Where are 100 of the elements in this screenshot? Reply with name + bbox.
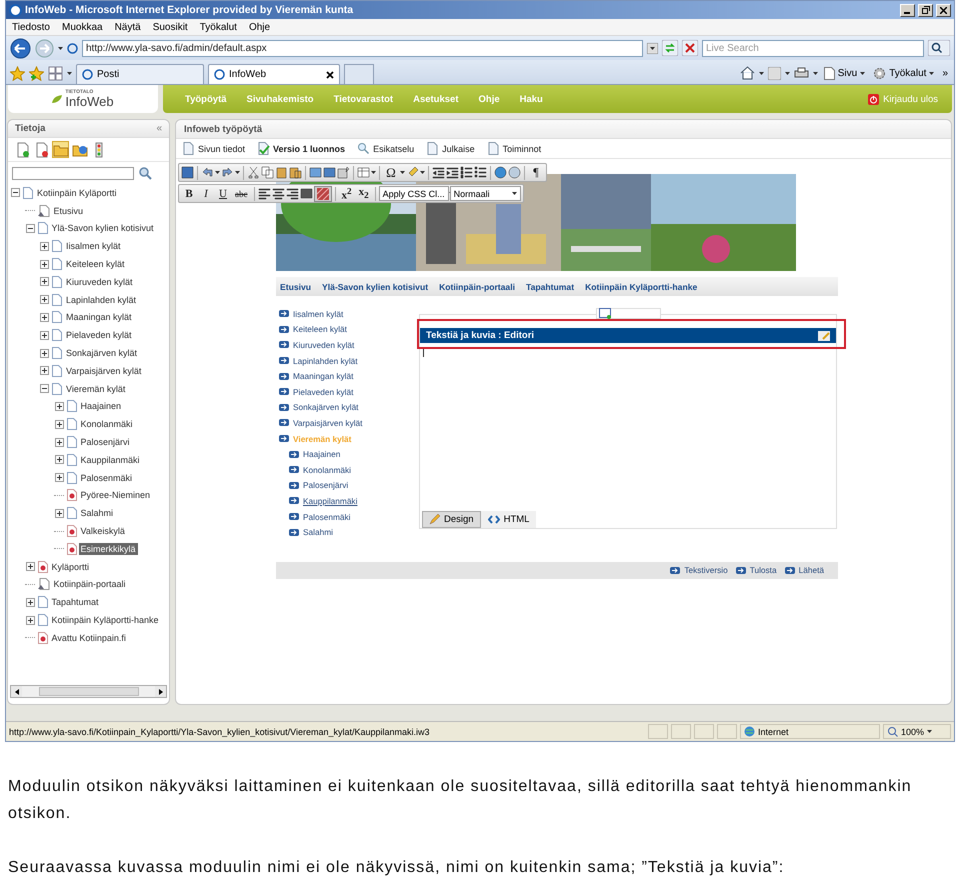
toolbar-button[interactable]: Versio 1 luonnos <box>257 142 346 155</box>
collapse-icon[interactable] <box>40 384 49 394</box>
site-link[interactable]: Sonkajärven kylät <box>293 402 358 412</box>
toolbar-button[interactable]: Toiminnot <box>486 142 542 155</box>
tree-item[interactable]: Varpaisjärven kylät <box>64 364 144 377</box>
format-button[interactable]: B <box>181 186 197 202</box>
copy-icon[interactable] <box>261 166 274 179</box>
site-link[interactable]: Lapinlahden kylät <box>293 356 358 366</box>
caret-icon[interactable] <box>235 171 240 174</box>
tree-item[interactable]: Etusivu <box>52 204 86 217</box>
footer-link[interactable]: Lähetä <box>798 565 824 576</box>
expand-icon[interactable] <box>40 277 49 286</box>
caret-icon[interactable] <box>860 72 866 74</box>
site-link[interactable]: Palosenmäki <box>303 512 351 522</box>
menu-item[interactable]: Tiedosto <box>12 22 50 32</box>
site-link[interactable]: Salahmi <box>303 527 333 538</box>
undo-icon[interactable] <box>201 166 214 179</box>
align-right-icon[interactable] <box>286 187 298 200</box>
tree-item[interactable]: Esimerkkikylä <box>78 542 138 555</box>
command-button[interactable]: Työkalut <box>871 66 936 80</box>
tree-item[interactable]: Palosenjärvi <box>78 436 132 448</box>
tree-item[interactable]: Pielaveden kylät <box>64 329 134 342</box>
expand-icon[interactable] <box>40 242 49 251</box>
expand-icon[interactable] <box>54 508 64 518</box>
site-link[interactable]: Maaningan kylät <box>293 371 354 382</box>
tree-item[interactable]: Haajainen <box>78 400 124 412</box>
tree-item[interactable]: Kotiinpäin-portaali <box>52 578 128 590</box>
edit-icon[interactable] <box>818 330 830 340</box>
css-class-select[interactable]: Apply CSS Cl... <box>378 186 449 201</box>
expand-icon[interactable] <box>40 366 49 376</box>
site-link[interactable]: Kiuruveden kylät <box>293 340 354 350</box>
print-icon[interactable] <box>794 66 809 80</box>
dropdown-icon[interactable] <box>647 42 658 54</box>
menu-item[interactable]: Muokkaa <box>62 22 103 32</box>
collapse-icon[interactable] <box>26 224 34 233</box>
expand-icon[interactable] <box>26 598 34 607</box>
anchor-icon[interactable] <box>337 166 350 179</box>
toolbar-button[interactable]: Sivun tiedot <box>182 142 246 155</box>
symbol-button[interactable]: Ω <box>383 164 399 180</box>
module-handle[interactable] <box>596 308 661 319</box>
align-center-icon[interactable] <box>272 187 284 200</box>
tree-item[interactable]: Kauppilanmäki <box>78 454 142 466</box>
outdent-icon[interactable] <box>432 166 445 179</box>
tree-item[interactable]: Vieremän kylät <box>64 382 128 395</box>
address-field[interactable]: http://www.yla-savo.fi/admin/default.aspx <box>82 40 643 56</box>
expand-icon[interactable] <box>54 473 64 482</box>
site-link[interactable]: Pielaveden kylät <box>293 386 354 397</box>
toolbar-button[interactable]: Esikatselu <box>357 142 414 155</box>
close-icon[interactable] <box>326 70 334 78</box>
align-left-icon[interactable] <box>258 187 270 200</box>
site-link[interactable]: Keiteleen kylät <box>293 324 347 334</box>
cut-icon[interactable] <box>247 166 260 179</box>
search-icon[interactable] <box>138 166 152 180</box>
minimize-button[interactable] <box>900 4 915 16</box>
expand-icon[interactable] <box>54 420 64 429</box>
caret-icon[interactable] <box>927 730 932 733</box>
toolbar-button[interactable]: Julkaise <box>426 142 475 155</box>
back-icon[interactable] <box>10 38 31 58</box>
tool-button[interactable] <box>52 141 69 158</box>
tree-item[interactable]: Lapinlahden kylät <box>64 294 138 306</box>
indent-icon[interactable] <box>446 166 459 179</box>
home-icon[interactable] <box>740 66 755 80</box>
tree-item[interactable]: Maaningan kylät <box>64 311 134 324</box>
maximize-button[interactable] <box>918 4 933 16</box>
browser-tab[interactable]: Posti <box>76 64 204 84</box>
expand-icon[interactable] <box>54 402 64 411</box>
tree-item[interactable]: Ylä-Savon kylien kotisivut <box>50 222 156 234</box>
tree-item[interactable]: Keiteleen kylät <box>64 258 127 270</box>
footer-link[interactable]: Tulosta <box>750 565 777 576</box>
paragraph-select[interactable]: Normaali <box>450 186 521 201</box>
editor-tab[interactable]: HTML <box>480 511 536 528</box>
globe-icon[interactable] <box>508 166 521 179</box>
zoom-icon[interactable] <box>887 726 898 737</box>
site-nav-link[interactable]: Kotiinpäin Kyläportti-hanke <box>585 282 698 292</box>
media-icon[interactable] <box>323 166 336 179</box>
site-nav-link[interactable]: Ylä-Savon kylien kotisivut <box>322 282 428 292</box>
redo-icon[interactable] <box>221 166 234 179</box>
search-field[interactable] <box>12 166 134 180</box>
expand-icon[interactable] <box>40 295 49 304</box>
menu-item[interactable]: Ohje <box>248 22 270 32</box>
caret-icon[interactable] <box>215 171 220 174</box>
caret-icon[interactable] <box>812 72 818 74</box>
numbered-list-icon[interactable] <box>460 166 473 179</box>
caret-icon[interactable] <box>67 72 72 74</box>
tree-item[interactable]: Valkeiskylä <box>78 525 127 538</box>
format-button[interactable]: U <box>215 186 231 202</box>
tree-item[interactable]: Kotiinpäin Kyläportti <box>35 186 119 199</box>
expand-icon[interactable] <box>40 348 49 358</box>
site-nav-link[interactable]: Etusivu <box>280 282 312 292</box>
site-link[interactable]: Varpaisjärven kylät <box>293 418 362 428</box>
table-icon[interactable] <box>357 166 370 179</box>
tree-item[interactable]: Iisalmen kylät <box>64 240 123 252</box>
search-field[interactable]: Live Search <box>702 40 924 56</box>
more-button[interactable]: » <box>940 68 950 78</box>
bullet-list-icon[interactable] <box>474 166 487 179</box>
paste-icon[interactable] <box>275 166 288 179</box>
caret-icon[interactable] <box>929 72 934 74</box>
expand-icon[interactable] <box>54 455 64 464</box>
expand-icon[interactable] <box>40 330 49 340</box>
site-nav-link[interactable]: Tapahtumat <box>526 282 574 292</box>
